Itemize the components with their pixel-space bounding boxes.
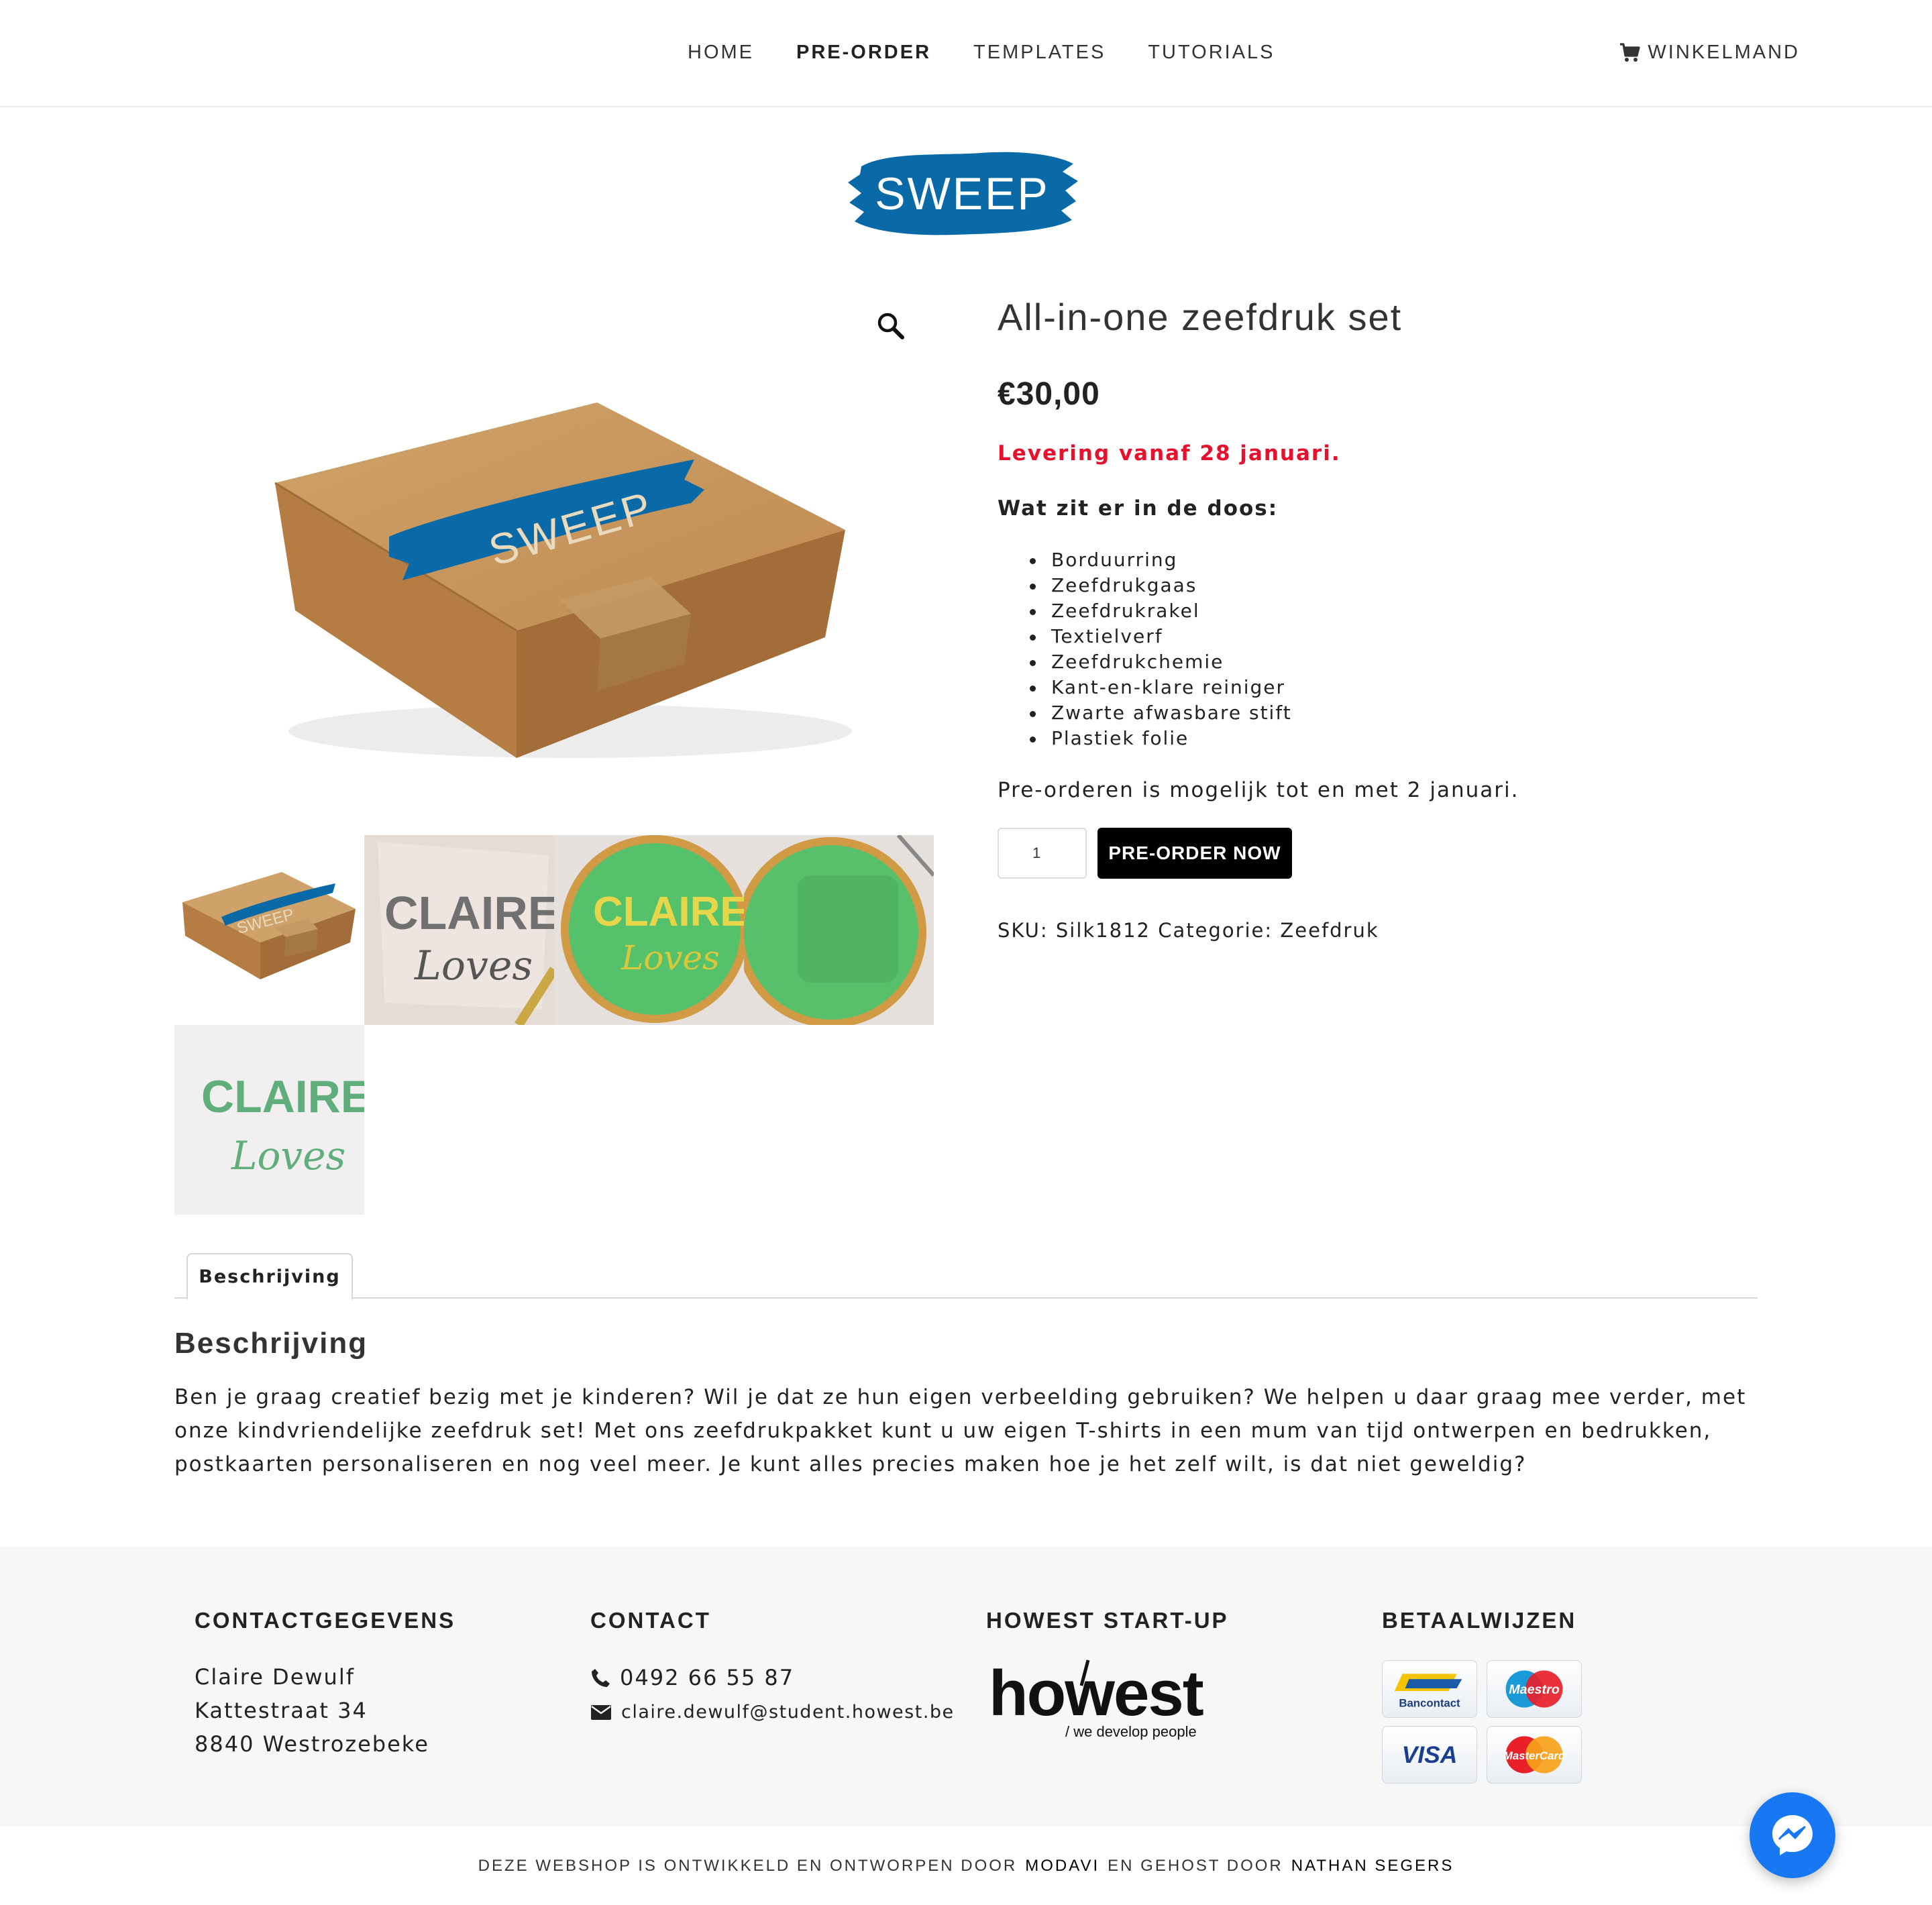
footer-startup: HOWEST START-UP howest / we develop peop… xyxy=(986,1608,1229,1748)
bancontact-card: Bancontact xyxy=(1382,1660,1477,1718)
visa-card: VISA xyxy=(1382,1726,1477,1784)
list-item: Zeefdrukchemie xyxy=(1030,649,1292,675)
contact-name: Claire Dewulf xyxy=(195,1664,355,1690)
list-item: Borduurring xyxy=(1030,547,1292,573)
footer-contact-details: CONTACTGEGEVENS Claire Dewulf Kattestraa… xyxy=(195,1608,455,1761)
credits-bar: DEZE WEBSHOP IS ONTWIKKELD EN ONTWORPEN … xyxy=(0,1827,1932,1905)
email-row[interactable]: claire.dewulf@student.howest.be xyxy=(590,1695,955,1730)
footer-payments: BETAALWIJZEN Bancontact Maestro VISA Mas… xyxy=(1382,1608,1582,1784)
visa-label: VISA xyxy=(1402,1741,1458,1768)
thumb-hoop-art: CLAIRE Loves xyxy=(554,835,744,1025)
footer-heading: CONTACTGEGEVENS xyxy=(195,1608,456,1633)
footer-heading: HOWEST START-UP xyxy=(986,1608,1229,1633)
mail-icon xyxy=(591,1705,611,1720)
thumb-hoop-loves: Loves xyxy=(621,938,720,977)
phone-row[interactable]: 0492 66 55 87 xyxy=(590,1660,955,1695)
cart-link[interactable]: WINKELMAND xyxy=(1619,42,1800,64)
thumbnail-gallery: SWEEP CLAIRE Loves CLAIRE Loves CLAIRE L… xyxy=(174,835,934,1215)
footer-contact: CONTACT 0492 66 55 87 claire.dewulf@stud… xyxy=(590,1608,955,1730)
visa-icon: VISA xyxy=(1402,1741,1458,1768)
howest-tagline: / we develop people xyxy=(1065,1723,1197,1740)
payment-methods: Bancontact Maestro VISA MasterCard xyxy=(1382,1660,1582,1784)
thumbnail-stencil[interactable]: CLAIRE Loves xyxy=(364,835,554,1025)
cart-label: WINKELMAND xyxy=(1648,42,1800,63)
nav-home[interactable]: HOME xyxy=(688,42,754,64)
maestro-card: Maestro xyxy=(1487,1660,1582,1718)
nav-tutorials[interactable]: TUTORIALS xyxy=(1148,42,1275,64)
list-item: Textielverf xyxy=(1030,624,1292,649)
pre-order-button[interactable]: PRE-ORDER NOW xyxy=(1097,828,1292,879)
thumbnail-hoop-green[interactable] xyxy=(744,835,934,1025)
thumbnail-box[interactable]: SWEEP xyxy=(174,835,364,1025)
list-item: Plastiek folie xyxy=(1030,726,1292,751)
howest-logo-text: howest xyxy=(989,1657,1203,1729)
list-item: Zwarte afwasbare stift xyxy=(1030,700,1292,726)
bancontact-icon: Bancontact xyxy=(1394,1674,1462,1710)
preorder-note: Pre-orderen is mogelijk tot en met 2 jan… xyxy=(998,778,1519,802)
list-item: Kant-en-klare reiniger xyxy=(1030,675,1292,700)
product-tabs: Beschrijving xyxy=(174,1253,1758,1300)
zoom-icon[interactable] xyxy=(875,311,905,340)
site-logo[interactable]: SWEEP xyxy=(847,146,1078,238)
howest-logo[interactable]: howest / we develop people xyxy=(986,1655,1214,1745)
description-title: Beschrijving xyxy=(174,1327,368,1360)
thumbnail-tshirt[interactable]: CLAIRE Loves xyxy=(174,1025,364,1215)
cart-icon xyxy=(1620,42,1641,62)
thumb-hoop-green-art xyxy=(744,835,934,1025)
thumb-tshirt-loves: Loves xyxy=(231,1133,345,1179)
messenger-chat-button[interactable] xyxy=(1750,1792,1835,1878)
thumb-tshirt-art: CLAIRE Loves xyxy=(174,1025,364,1215)
tab-beschrijving[interactable]: Beschrijving xyxy=(186,1253,353,1300)
thumbnail-hoop-yellow[interactable]: CLAIRE Loves xyxy=(554,835,744,1025)
credits-middle: EN GEHOST DOOR xyxy=(1108,1856,1283,1875)
nav-pre-order[interactable]: PRE-ORDER xyxy=(796,42,931,64)
credits-studio-link[interactable]: MODAVI xyxy=(1025,1857,1099,1875)
mastercard-card: MasterCard xyxy=(1487,1726,1582,1784)
footer-heading: CONTACT xyxy=(590,1608,711,1633)
credits-prefix: DEZE WEBSHOP IS ONTWIKKELD EN ONTWORPEN … xyxy=(478,1856,1018,1875)
product-meta: SKU: Silk1812 Categorie: Zeefdruk xyxy=(998,919,1379,942)
main-nav: HOME PRE-ORDER TEMPLATES TUTORIALS xyxy=(688,42,1275,64)
thumb-stencil-loves: Loves xyxy=(414,942,533,989)
logo-text: SWEEP xyxy=(875,168,1050,219)
product-title: All-in-one zeefdruk set xyxy=(998,296,1403,338)
maestro-label: Maestro xyxy=(1509,1682,1560,1697)
thumb-stencil-art: CLAIRE Loves xyxy=(364,835,554,1025)
product-main-image[interactable]: SWEEP xyxy=(221,349,865,778)
mastercard-icon: MasterCard xyxy=(1503,1736,1566,1774)
delivery-notice: Levering vanaf 28 januari. xyxy=(998,441,1341,466)
maestro-icon: Maestro xyxy=(1505,1670,1563,1708)
box-contents-heading: Wat zit er in de doos: xyxy=(998,496,1279,521)
quantity-input[interactable] xyxy=(998,828,1087,879)
mastercard-label: MasterCard xyxy=(1503,1749,1566,1762)
contact-city: 8840 Westrozebeke xyxy=(195,1731,429,1757)
top-navigation-bar: HOME PRE-ORDER TEMPLATES TUTORIALS WINKE… xyxy=(0,0,1932,107)
footer-heading: BETAALWIJZEN xyxy=(1382,1608,1577,1633)
product-price: €30,00 xyxy=(998,376,1100,412)
contact-street: Kattestraat 34 xyxy=(195,1698,368,1723)
box-contents-list: Borduurring Zeefdrukgaas Zeefdrukrakel T… xyxy=(1030,547,1292,751)
thumb-stencil-claire: CLAIRE xyxy=(384,887,554,939)
list-item: Zeefdrukrakel xyxy=(1030,598,1292,624)
thumb-hoop-claire: CLAIRE xyxy=(593,889,744,935)
bancontact-label: Bancontact xyxy=(1399,1697,1460,1710)
nav-templates[interactable]: TEMPLATES xyxy=(973,42,1106,64)
phone-icon xyxy=(592,1669,610,1687)
phone-number: 0492 66 55 87 xyxy=(620,1665,795,1690)
thumb-box-art: SWEEP xyxy=(182,872,356,979)
email-address: claire.dewulf@student.howest.be xyxy=(621,1702,955,1723)
description-text: Ben je graag creatief bezig met je kinde… xyxy=(174,1385,1747,1476)
messenger-icon xyxy=(1772,1815,1813,1855)
list-item: Zeefdrukgaas xyxy=(1030,573,1292,598)
footer: CONTACTGEGEVENS Claire Dewulf Kattestraa… xyxy=(0,1546,1932,1827)
thumb-tshirt-claire: CLAIRE xyxy=(201,1071,364,1122)
credits-host-link[interactable]: NATHAN SEGERS xyxy=(1291,1857,1454,1875)
